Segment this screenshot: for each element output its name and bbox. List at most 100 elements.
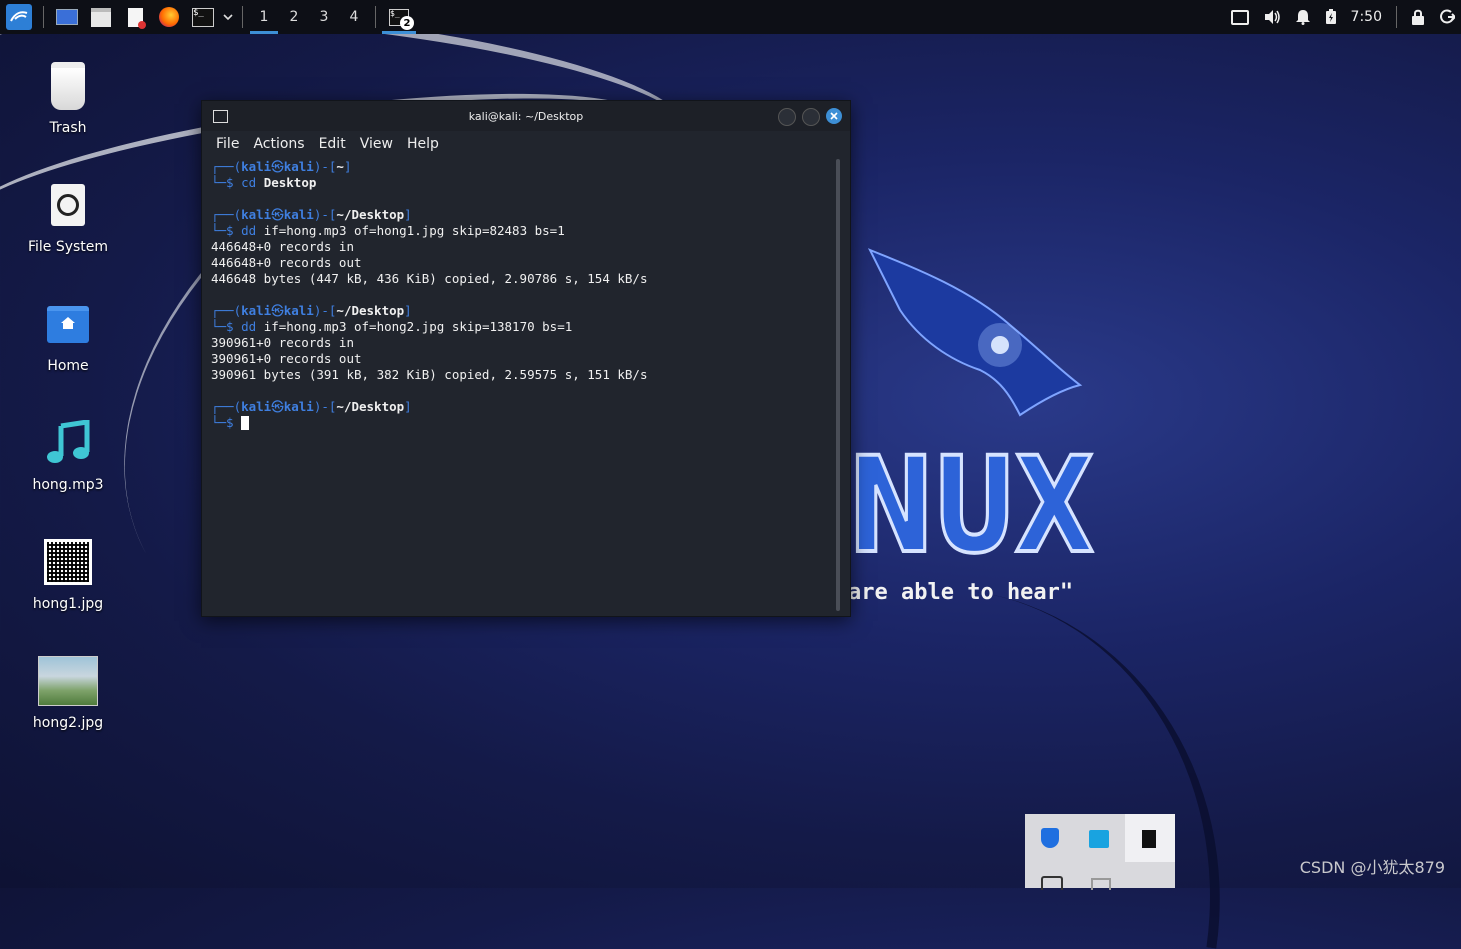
command-line: └─$ dd if=hong.mp3 of=hong1.jpg skip=824… — [211, 223, 834, 239]
panel-separator — [375, 6, 376, 28]
maximize-button[interactable] — [802, 108, 820, 126]
text-cursor — [241, 416, 250, 430]
workspace-4[interactable]: 4 — [339, 0, 369, 34]
terminal-icon[interactable]: $_ — [191, 5, 215, 29]
volume-icon[interactable] — [1263, 9, 1281, 25]
prompt-dollar: └─$ — [211, 415, 242, 430]
terminal-scrollbar[interactable] — [836, 159, 840, 611]
desktop-icon-label: hong2.jpg — [32, 715, 104, 731]
battery-icon[interactable] — [1325, 9, 1337, 25]
command-name: dd — [241, 223, 257, 238]
image-thumbnail-qr — [38, 534, 98, 590]
command-args: if=hong.mp3 of=hong2.jpg skip=138170 bs=… — [256, 319, 573, 334]
bookmark-icon[interactable] — [1142, 830, 1156, 848]
close-button[interactable] — [826, 108, 842, 124]
trash-icon — [38, 58, 98, 114]
prompt-dir: ~/Desktop — [336, 399, 405, 414]
prompt-frame: )-[ — [313, 159, 337, 174]
shield-icon[interactable] — [1041, 828, 1059, 848]
prompt-host: kali — [283, 207, 314, 222]
command-line: └─$ cd Desktop — [211, 175, 834, 191]
terminal-window[interactable]: kali@kali: ~/Desktop File Actions Edit V… — [201, 100, 851, 617]
dropdown-icon[interactable] — [222, 5, 234, 29]
wallpaper-slogan: are able to hear" — [848, 580, 1074, 605]
prompt-frame: ] — [404, 207, 412, 222]
desktop-icon-hong2-jpg[interactable]: hong2.jpg — [13, 653, 123, 731]
prompt-dollar: └─$ — [211, 319, 242, 334]
prompt-frame: ┌──( — [211, 399, 242, 414]
top-panel: $_ 1 2 3 4 $_ 2 7:50 — [0, 0, 1461, 34]
command-line: └─$ — [211, 415, 834, 431]
image-thumbnail-photo — [38, 653, 98, 709]
panel-separator — [242, 6, 243, 28]
prompt-user: kali — [241, 399, 272, 414]
clock[interactable]: 7:50 — [1351, 9, 1382, 25]
workspace-2[interactable]: 2 — [279, 0, 309, 34]
command-name: dd — [241, 319, 257, 334]
wallpaper-dragon-tail — [929, 591, 1261, 949]
prompt-frame: )-[ — [313, 399, 337, 414]
desktop-icon[interactable] — [55, 5, 79, 29]
terminal-output[interactable]: ┌──(kali㉿kali)-[~] └─$ cd Desktop ┌──(kali… — [202, 157, 834, 616]
home-folder-icon — [38, 296, 98, 352]
minimize-button[interactable] — [778, 108, 796, 126]
prompt-user: kali — [241, 303, 272, 318]
logout-icon[interactable] — [1439, 9, 1455, 25]
kali-menu-icon[interactable] — [6, 4, 32, 30]
bell-icon[interactable] — [1295, 9, 1311, 25]
desktop-icon-label: Trash — [49, 120, 87, 136]
app-icon[interactable] — [1089, 830, 1109, 848]
prompt-at: ㉿ — [271, 399, 284, 414]
menu-view[interactable]: View — [360, 136, 393, 152]
desktop-icon-label: hong.mp3 — [32, 477, 104, 493]
menu-edit[interactable]: Edit — [319, 136, 346, 152]
desktop-icon-hong1-jpg[interactable]: hong1.jpg — [13, 534, 123, 612]
menu-file[interactable]: File — [216, 136, 239, 152]
prompt-line: ┌──(kali㉿kali)-[~/Desktop] — [211, 207, 834, 223]
desktop-icon-label: Home — [47, 358, 89, 374]
terminal-menubar: File Actions Edit View Help — [202, 131, 850, 157]
output-line: 446648+0 records out — [211, 255, 362, 270]
desktop-icon-filesystem[interactable]: File System — [13, 177, 123, 255]
window-count-badge: 2 — [400, 16, 414, 30]
output-line: 446648 bytes (447 kB, 436 KiB) copied, 2… — [211, 271, 648, 286]
output-line: 390961 bytes (391 kB, 382 KiB) copied, 2… — [211, 367, 648, 382]
command-args: if=hong.mp3 of=hong1.jpg skip=82483 bs=1 — [256, 223, 565, 238]
desktop-icon-trash[interactable]: Trash — [13, 58, 123, 136]
prompt-host: kali — [283, 303, 314, 318]
screen-icon[interactable] — [1230, 9, 1249, 25]
tray-popup — [1025, 814, 1175, 890]
prompt-frame: )-[ — [313, 303, 337, 318]
drive-icon — [38, 177, 98, 233]
output-line: 390961+0 records out — [211, 351, 362, 366]
prompt-dollar: └─$ — [211, 223, 242, 238]
menu-help[interactable]: Help — [407, 136, 439, 152]
command-line: └─$ dd if=hong.mp3 of=hong2.jpg skip=138… — [211, 319, 834, 335]
copy-icon[interactable] — [1091, 878, 1111, 890]
wallpaper-kali-text: NUX — [846, 429, 1095, 583]
files-icon[interactable] — [89, 5, 113, 29]
workspace-1[interactable]: 1 — [249, 0, 279, 34]
menu-actions[interactable]: Actions — [253, 136, 304, 152]
lock-icon[interactable] — [1411, 9, 1425, 25]
prompt-dir: ~ — [336, 159, 344, 174]
taskbar-terminal-group[interactable]: $_ 2 — [382, 0, 416, 34]
desktop-icon-home[interactable]: Home — [13, 296, 123, 374]
terminal-titlebar[interactable]: kali@kali: ~/Desktop — [202, 101, 850, 131]
prompt-frame: ] — [343, 159, 352, 174]
music-note-icon — [38, 415, 98, 471]
command-name: cd — [241, 175, 257, 190]
firefox-icon[interactable] — [157, 5, 181, 29]
panel-separator — [1396, 6, 1397, 28]
text-editor-icon[interactable] — [123, 5, 147, 29]
panel-tray: 7:50 — [1230, 0, 1455, 34]
prompt-dollar: └─$ — [211, 175, 242, 190]
prompt-frame: )-[ — [313, 207, 337, 222]
workspace-3[interactable]: 3 — [309, 0, 339, 34]
desktop-icon-hong-mp3[interactable]: hong.mp3 — [13, 415, 123, 493]
prompt-line: ┌──(kali㉿kali)-[~/Desktop] — [211, 399, 834, 415]
close-icon — [830, 112, 838, 120]
prompt-user: kali — [241, 207, 272, 222]
